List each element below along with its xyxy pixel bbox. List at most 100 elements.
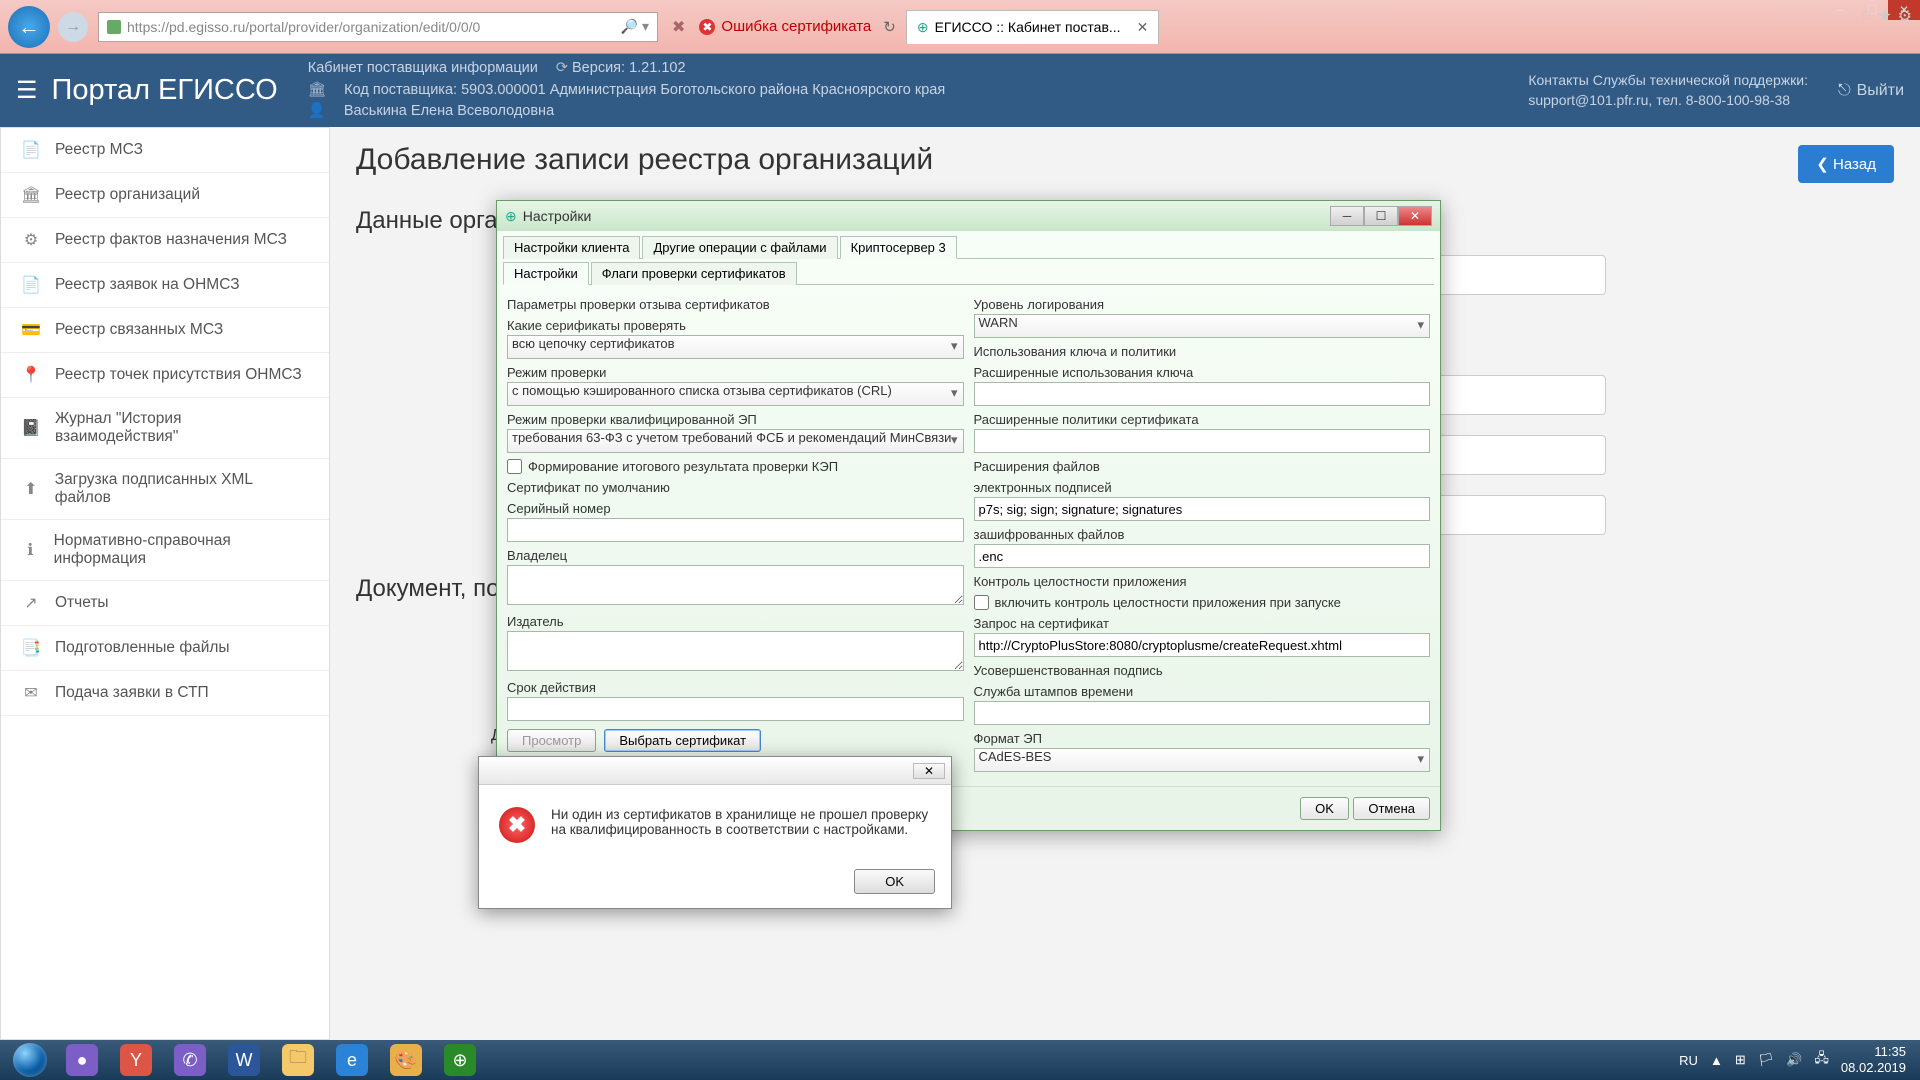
dlg-close[interactable]: ✕ — [1398, 206, 1432, 226]
volume-icon[interactable]: 🔊 — [1786, 1052, 1802, 1068]
dialog-titlebar[interactable]: ⊕ Настройки ─ ☐ ✕ — [497, 201, 1440, 231]
qep-mode-select[interactable]: требования 63-ФЗ с учетом требований ФСБ… — [507, 429, 964, 453]
kep-result-checkbox[interactable]: Формирование итогового результата провер… — [507, 459, 964, 474]
tabs-level1: Настройки клиентаДругие операции с файла… — [503, 235, 1434, 259]
sidebar-item[interactable]: 🏛Реестр организаций — [1, 173, 329, 218]
app-icon: ⊕ — [505, 208, 517, 225]
pick-cert-button[interactable]: Выбрать сертификат — [604, 729, 761, 752]
log-level-select[interactable]: WARN — [974, 314, 1431, 338]
taskbar-app-7[interactable]: 🎨 — [380, 1042, 432, 1078]
page-title: Добавление записи реестра организаций — [356, 143, 1894, 177]
home-icon[interactable]: ⌂ — [1862, 6, 1872, 26]
sidebar-icon: 📄 — [21, 140, 41, 160]
taskbar: ● Y ✆ W 🗀 e 🎨 ⊕ RU ▲ ⊞ 🏳 🔊 🖧 11:35 08.02… — [0, 1040, 1920, 1080]
sig-ext-input[interactable] — [974, 497, 1431, 521]
portal-title: Портал ЕГИССО — [52, 74, 278, 107]
owner-input[interactable] — [507, 565, 964, 605]
check-mode-select[interactable]: с помощью кэшированного списка отзыва се… — [507, 382, 964, 406]
clock[interactable]: 11:35 08.02.2019 — [1841, 1044, 1914, 1075]
sidebar-icon: 💳 — [21, 320, 41, 340]
tab[interactable]: Другие операции с файлами — [642, 236, 837, 259]
start-button[interactable] — [6, 1042, 54, 1078]
sidebar-item[interactable]: 📓Журнал "История взаимодействия" — [1, 398, 329, 459]
logout-button[interactable]: ⎋ Выйти — [1838, 82, 1904, 100]
network-icon[interactable]: 🖧 — [1814, 1049, 1829, 1071]
error-ok-button[interactable]: OK — [854, 869, 935, 894]
dlg-maximize[interactable]: ☐ — [1364, 206, 1398, 226]
settings-ok-button[interactable]: OK — [1300, 797, 1349, 820]
forward-button[interactable]: → — [58, 12, 88, 42]
serial-input[interactable] — [507, 518, 964, 542]
sidebar: 📄Реестр МСЗ🏛Реестр организаций⚙Реестр фа… — [0, 127, 330, 1040]
settings-left-column: Параметры проверки отзыва сертификатов К… — [507, 291, 964, 772]
taskbar-app-2[interactable]: Y — [110, 1042, 162, 1078]
tab-close-icon[interactable]: ✕ — [1137, 19, 1149, 36]
ext-policy-input[interactable] — [974, 429, 1431, 453]
favorites-icon[interactable]: ★ — [1877, 6, 1891, 26]
tabs-level2: НастройкиФлаги проверки сертификатов — [503, 261, 1434, 285]
lang-indicator[interactable]: RU — [1679, 1053, 1698, 1068]
taskbar-app-8[interactable]: ⊕ — [434, 1042, 486, 1078]
validity-input[interactable] — [507, 697, 964, 721]
taskbar-app-5[interactable]: 🗀 — [272, 1042, 324, 1078]
back-button[interactable]: ← — [8, 6, 50, 48]
issuer-input[interactable] — [507, 631, 964, 671]
tab[interactable]: Настройки клиента — [503, 236, 640, 259]
error-close-button[interactable]: ✕ — [913, 763, 945, 779]
sidebar-icon: 📑 — [21, 638, 41, 658]
tab[interactable]: Флаги проверки сертификатов — [591, 262, 797, 285]
sidebar-item[interactable]: ⬆Загрузка подписанных XML файлов — [1, 459, 329, 520]
sidebar-item[interactable]: ✉Подача заявки в СТП — [1, 671, 329, 716]
enc-ext-input[interactable] — [974, 544, 1431, 568]
shield-icon: ✖ — [699, 19, 715, 35]
tray-icon[interactable]: ⊞ — [1735, 1052, 1746, 1068]
back-button[interactable]: ❮ Назад — [1798, 145, 1894, 183]
sidebar-item[interactable]: 📄Реестр заявок на ОНМСЗ — [1, 263, 329, 308]
taskbar-app-4[interactable]: W — [218, 1042, 270, 1078]
sidebar-icon: ↗ — [21, 593, 41, 613]
error-icon: ✖ — [499, 807, 535, 843]
tools-icon[interactable]: ⚙ — [1898, 6, 1912, 26]
taskbar-app-3[interactable]: ✆ — [164, 1042, 216, 1078]
address-bar[interactable]: https://pd.egisso.ru/portal/provider/org… — [98, 12, 658, 42]
browser-actions: ⌂ ★ ⚙ — [1854, 2, 1920, 30]
search-dropdown-icon[interactable]: 🔎 ▾ — [621, 18, 649, 35]
sidebar-item[interactable]: ℹНормативно-справочная информация — [1, 520, 329, 581]
lock-icon — [107, 20, 121, 34]
sidebar-item[interactable]: 📍Реестр точек присутствия ОНМСЗ — [1, 353, 329, 398]
menu-icon[interactable]: ☰ — [16, 76, 38, 105]
sidebar-item[interactable]: ⚙Реестр фактов назначения МСЗ — [1, 218, 329, 263]
taskbar-app-6[interactable]: e — [326, 1042, 378, 1078]
tray-icon[interactable]: 🏳 — [1758, 1052, 1775, 1068]
view-cert-button[interactable]: Просмотр — [507, 729, 596, 752]
sig-format-select[interactable]: CAdES-BES — [974, 748, 1431, 772]
dlg-minimize[interactable]: ─ — [1330, 206, 1364, 226]
tray-icon[interactable]: ▲ — [1710, 1053, 1723, 1068]
logout-icon: ⎋ — [1838, 82, 1851, 100]
sidebar-item[interactable]: ↗Отчеты — [1, 581, 329, 626]
sidebar-icon: 🏛 — [21, 185, 41, 205]
sidebar-item[interactable]: 📑Подготовленные файлы — [1, 626, 329, 671]
sidebar-icon: ⚙ — [21, 230, 41, 250]
settings-cancel-button[interactable]: Отмена — [1353, 797, 1430, 820]
cert-request-input[interactable] — [974, 633, 1431, 657]
timestamp-input[interactable] — [974, 701, 1431, 725]
refresh-icon[interactable]: ✖ — [672, 17, 685, 37]
sidebar-item[interactable]: 📄Реестр МСЗ — [1, 128, 329, 173]
minimize-button[interactable]: ─ — [1824, 0, 1856, 20]
sidebar-item[interactable]: 💳Реестр связанных МСЗ — [1, 308, 329, 353]
browser-tab[interactable]: ⊕ ЕГИССО :: Кабинет постав... ✕ — [906, 10, 1159, 44]
portal-info: Кабинет поставщика информации ⟳ Версия: … — [308, 58, 1529, 123]
sidebar-icon: 📍 — [21, 365, 41, 385]
tab[interactable]: Настройки — [503, 262, 589, 285]
favicon: ⊕ — [917, 19, 929, 36]
error-message: Ни один из сертификатов в хранилище не п… — [551, 807, 931, 843]
error-dialog: ✕ ✖ Ни один из сертификатов в хранилище … — [478, 756, 952, 909]
integrity-checkbox[interactable]: включить контроль целостности приложения… — [974, 595, 1431, 610]
cert-chain-select[interactable]: всю цепочку сертификатов — [507, 335, 964, 359]
taskbar-app-1[interactable]: ● — [56, 1042, 108, 1078]
cert-error[interactable]: ✖ Ошибка сертификата ↻ — [699, 18, 895, 36]
ext-key-usage-input[interactable] — [974, 382, 1431, 406]
tab[interactable]: Криптосервер 3 — [840, 236, 957, 259]
settings-right-column: Уровень логирования WARN Использования к… — [974, 291, 1431, 772]
